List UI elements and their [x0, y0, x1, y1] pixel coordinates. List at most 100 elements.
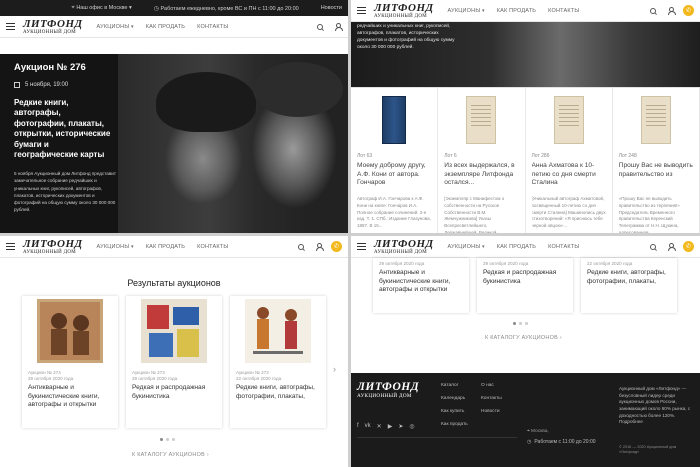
carousel-dot[interactable] [160, 438, 163, 441]
carousel-dot[interactable] [519, 322, 522, 325]
auction-name[interactable]: Антикварные и букинистические книги, авт… [379, 269, 463, 295]
auction-name[interactable]: Редкая и распродажная букинистика [132, 384, 216, 401]
auction-name[interactable]: Редкие книги, автографы, фотографии, пла… [236, 384, 320, 401]
book-image [382, 96, 407, 144]
carousel-dot[interactable] [166, 438, 169, 441]
nav-auctions[interactable]: АУКЦИОНЫ [448, 8, 485, 14]
menu-icon[interactable] [357, 6, 366, 15]
auction-name[interactable]: Редкая и распродажная букинистика [483, 269, 567, 286]
auction-name[interactable]: Антикварные и букинистические книги, авт… [28, 384, 112, 410]
phone-icon: ✆ [333, 244, 340, 250]
nav-how-to-sell[interactable]: КАК ПРОДАТЬ [146, 244, 185, 250]
phone-button[interactable]: ✆ [683, 241, 694, 252]
results-title: Результаты аукционов [127, 278, 221, 288]
auction-name[interactable]: Редкие книги, автографы, фотографии, пла… [587, 269, 671, 286]
youtube-icon[interactable]: ▶ [388, 423, 393, 430]
account-button[interactable] [314, 242, 324, 251]
hero-title: Аукцион № 276 [14, 62, 86, 73]
footer-copyright: © 2016 — 2020 Аукционный дом «Литфонд» [619, 445, 677, 455]
nav-how-to-sell[interactable]: КАК ПРОДАТЬ [497, 8, 536, 14]
auction-result-card[interactable]: 29 октября 2020 года Редкая и распродажн… [477, 258, 573, 313]
logo-line1: ЛИТФОНД [374, 1, 434, 14]
lot-title[interactable]: Прошу Вас не выводить правительство из [619, 162, 693, 196]
auction-result-card[interactable]: 29 октября 2020 года Антикварные и букин… [373, 258, 469, 313]
auction-date: 22 октября 2020 года [587, 261, 633, 266]
auction-result-card[interactable]: Аукцион № 273 29 октября 2020 года Редка… [126, 296, 222, 428]
news-link[interactable]: Новости [321, 5, 342, 11]
nav-how-to-sell[interactable]: КАК ПРОДАТЬ [497, 244, 536, 250]
auction-date: 29 октября 2020 года [132, 376, 178, 381]
panel-lots: ЛИТФОНД АУКЦИОННЫЙ ДОМ АУКЦИОНЫ КАК ПРОД… [351, 0, 700, 233]
search-button[interactable] [315, 22, 324, 31]
footer-link-news[interactable]: Новости [481, 406, 502, 419]
next-arrow-icon[interactable]: › [333, 364, 336, 374]
clock-icon: ◷ [153, 5, 159, 12]
office-link[interactable]: ⌖ Наш офис в Москве ▾ [71, 5, 131, 12]
footer-link-calendar[interactable]: Календарь [441, 393, 468, 406]
nav-auctions[interactable]: АУКЦИОНЫ [448, 244, 485, 250]
lot-card[interactable]: Лот 248 Прошу Вас не выводить правительс… [613, 88, 700, 233]
footer-address-label: Москва, [531, 429, 549, 434]
nav-how-to-sell[interactable]: КАК ПРОДАТЬ [146, 24, 185, 30]
phone-button[interactable]: ✆ [331, 241, 342, 252]
footer-link-about[interactable]: О нас [481, 380, 502, 393]
footer-link-contacts[interactable]: Контакты [481, 393, 502, 406]
search-button[interactable] [296, 242, 305, 251]
nav-contacts[interactable]: КОНТАКТЫ [548, 8, 579, 14]
logo-line2: АУКЦИОННЫЙ ДОМ [23, 29, 76, 35]
telegram-icon[interactable]: ➤ [398, 423, 403, 430]
hero-banner: Аукцион № 276 5 ноября, 19:00 Редкие кни… [0, 54, 348, 233]
catalog-link[interactable]: К КАТАЛОГУ АУКЦИОНОВ › [485, 335, 562, 341]
nav-contacts[interactable]: КОНТАКТЫ [548, 244, 579, 250]
vk-icon[interactable]: vk [365, 423, 371, 430]
user-icon [315, 242, 324, 251]
footer-logo[interactable]: ЛИТФОНД АУКЦИОННЫЙ ДОМ [357, 381, 419, 399]
lot-card[interactable]: Лот 6 Из всех выдержался, в экземпляре Л… [438, 88, 526, 233]
top-info-bar: ⌖ Наш офис в Москве ▾ ◷ Работаем ежеднев… [0, 0, 348, 16]
lot-description: [Уникальный автограф Ахматовой, посвящен… [531, 196, 606, 228]
hero-headline[interactable]: Редкие книги, автографы, фотографии, пла… [14, 98, 114, 160]
carousel-dot[interactable] [172, 438, 175, 441]
lot-card[interactable]: Лот 63 Моему доброму другу, А.Ф. Кони от… [351, 88, 439, 233]
account-button[interactable] [333, 22, 343, 31]
facebook-icon[interactable]: f [357, 423, 359, 430]
footer-link-catalog[interactable]: Каталог [441, 380, 468, 393]
nav-auctions[interactable]: АУКЦИОНЫ [97, 244, 134, 250]
lot-number: Лот 286 [531, 153, 550, 159]
auction-date: 29 октября 2020 года [28, 376, 74, 381]
header: ЛИТФОНД АУКЦИОННЫЙ ДОМ АУКЦИОНЫ КАК ПРОД… [351, 0, 700, 22]
nav-contacts[interactable]: КОНТАКТЫ [197, 24, 228, 30]
footer-address: ⌖ Москва, [527, 428, 549, 434]
account-button[interactable] [666, 6, 676, 15]
lot-card[interactable]: Лот 286 Анна Ахматова к 10-летию со дня … [526, 88, 613, 233]
search-button[interactable] [648, 6, 657, 15]
auction-result-card[interactable]: 22 октября 2020 года Редкие книги, автог… [581, 258, 677, 313]
lot-title[interactable]: Анна Ахматова к 10-летию со дня смерти С… [532, 162, 606, 196]
catalog-link[interactable]: К КАТАЛОГУ АУКЦИОНОВ › [132, 452, 209, 458]
menu-icon[interactable] [6, 22, 15, 31]
auction-result-card[interactable]: Аукцион № 274 29 октября 2020 года Антик… [22, 296, 118, 428]
logo[interactable]: ЛИТФОНД АУКЦИОННЫЙ ДОМ [374, 238, 434, 255]
carousel-dot[interactable] [513, 322, 516, 325]
lot-title[interactable]: Моему доброму другу, А.Ф. Кони от автора… [357, 162, 431, 196]
footer-link-how-to-sell[interactable]: Как продать [441, 419, 468, 432]
nav-auctions[interactable]: АУКЦИОНЫ [97, 24, 134, 30]
lot-description: [Экземпляр с Манифестом о собственности … [444, 196, 505, 233]
account-button[interactable] [666, 242, 676, 251]
logo[interactable]: ЛИТФОНД АУКЦИОННЫЙ ДОМ [23, 18, 83, 35]
twitter-icon[interactable]: ✕ [377, 423, 382, 430]
results-cards: Аукцион № 274 29 октября 2020 года Антик… [22, 296, 326, 428]
carousel-dot[interactable] [525, 322, 528, 325]
instagram-icon[interactable]: ◎ [409, 423, 414, 430]
document-image [466, 96, 497, 144]
logo[interactable]: ЛИТФОНД АУКЦИОННЫЙ ДОМ [374, 1, 434, 19]
menu-icon[interactable] [6, 242, 15, 251]
phone-button[interactable]: ✆ [683, 5, 694, 16]
nav-contacts[interactable]: КОНТАКТЫ [197, 244, 228, 250]
footer-link-how-to-buy[interactable]: Как купить [441, 406, 468, 419]
search-button[interactable] [648, 242, 657, 251]
lot-title[interactable]: Из всех выдержался, в экземпляре Литфонд… [444, 162, 518, 196]
auction-result-card[interactable]: Аукцион № 272 22 октября 2020 года Редки… [230, 296, 326, 428]
menu-icon[interactable] [357, 242, 366, 251]
logo[interactable]: ЛИТФОНД АУКЦИОННЫЙ ДОМ [23, 238, 83, 255]
